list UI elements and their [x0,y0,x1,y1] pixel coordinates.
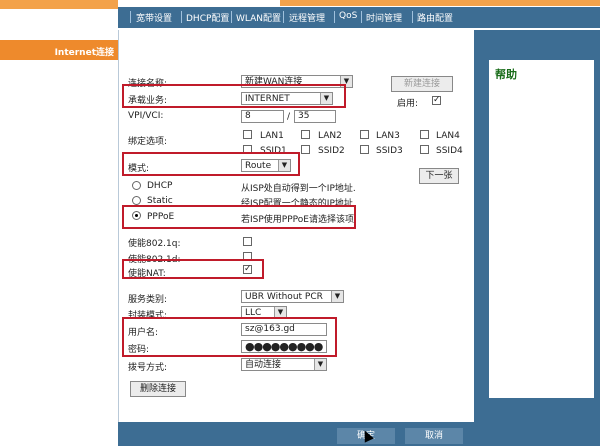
delete-connection-button[interactable]: 删除连接 [130,381,186,397]
bind-ssid2-checkbox[interactable] [301,145,310,154]
nav-item-routing[interactable]: 路由配置 [417,11,453,24]
password-label: 密码: [128,345,150,355]
nav-item-dhcp[interactable]: DHCP配置 [186,11,229,24]
top-accent-right [280,0,600,6]
nav-separator [130,11,131,23]
nav-separator [361,11,362,23]
service-class-select[interactable]: UBR Without PCR ▼ [241,290,344,303]
bind-lan2-label: LAN2 [318,131,342,141]
cancel-button[interactable]: 取消 [405,428,463,444]
chevron-down-icon: ▼ [278,160,290,171]
bind-lan3-checkbox[interactable] [360,130,369,139]
help-box [489,60,594,398]
mode-select[interactable]: Route ▼ [241,159,291,172]
bind-options-label: 绑定选项: [128,137,168,147]
static-radio[interactable] [132,196,141,205]
bind-lan4-checkbox[interactable] [420,130,429,139]
nav-item-wlan[interactable]: WLAN配置 [236,11,281,24]
dial-mode-value: 自动连接 [245,360,282,370]
bind-lan3-label: LAN3 [376,131,400,141]
chevron-down-icon: ▼ [331,291,343,302]
bind-lan1-label: LAN1 [260,131,284,141]
vlan-8021q-checkbox[interactable] [243,237,252,246]
username-input[interactable]: sz@163.gd [241,323,327,336]
bind-ssid4-label: SSID4 [436,146,463,156]
bind-ssid4-checkbox[interactable] [420,145,429,154]
nav-bar: 宽带设置 DHCP配置 WLAN配置 远程管理 QoS 时间管理 路由配置 [118,7,600,28]
chevron-down-icon: ▼ [314,359,326,370]
enable-label: 启用: [397,99,419,109]
sidebar-item-label: Internet连接 [54,48,114,58]
vci-input[interactable]: 35 [294,110,336,123]
dhcp-description: 从ISP处自动得到一个IP地址. [241,184,356,194]
top-accent-left [0,0,118,9]
pppoe-label: PPPoE [147,212,175,222]
pppoe-description: 若ISP使用PPPoE请选择该项 [241,215,354,225]
password-input[interactable]: ●●●●●●●●● [241,340,327,353]
vlan-8021q-label: 使能802.1q: [128,239,181,249]
nav-separator [334,11,335,23]
dhcp-label: DHCP [147,181,173,191]
nav-item-time[interactable]: 时间管理 [366,11,402,24]
nav-separator [181,11,182,23]
nav-separator [231,11,232,23]
bind-ssid3-label: SSID3 [376,146,403,156]
service-class-label: 服务类别: [128,295,168,305]
username-label: 用户名: [128,328,159,338]
mode-label: 模式: [128,164,150,174]
service-class-value: UBR Without PCR [245,292,323,302]
help-title: 帮助 [495,68,517,81]
service-label: 承载业务: [128,96,168,106]
bind-lan4-label: LAN4 [436,131,460,141]
dial-mode-select[interactable]: 自动连接 ▼ [241,358,327,371]
mode-value: Route [245,161,272,171]
service-select[interactable]: INTERNET ▼ [241,92,333,105]
new-connection-button[interactable]: 新建连接 [391,76,453,92]
nav-item-qos[interactable]: QoS [339,11,357,21]
nav-separator [412,11,413,23]
bind-ssid2-label: SSID2 [318,146,345,156]
vpi-vci-label: VPI/VCI: [128,111,164,121]
pppoe-radio[interactable] [132,211,141,220]
dhcp-radio[interactable] [132,181,141,190]
nav-item-remote[interactable]: 远程管理 [289,11,325,24]
nat-label: 使能NAT: [128,269,166,279]
enable-checkbox[interactable]: ✓ [432,96,441,105]
bind-lan1-checkbox[interactable] [243,130,252,139]
service-value: INTERNET [245,94,290,104]
nav-item-broadband[interactable]: 宽带设置 [136,11,172,24]
bind-lan2-checkbox[interactable] [301,130,310,139]
nat-checkbox[interactable]: ✓ [243,265,252,274]
dial-mode-label: 拨号方式: [128,363,168,373]
sidebar-item-internet[interactable]: Internet连接 [0,40,118,60]
sidebar [0,30,118,446]
vci-separator: / [287,112,291,122]
next-button[interactable]: 下一张 [419,168,459,184]
nav-separator [283,11,284,23]
bind-ssid3-checkbox[interactable] [360,145,369,154]
vpi-input[interactable]: 8 [241,110,284,123]
chevron-down-icon: ▼ [320,93,332,104]
